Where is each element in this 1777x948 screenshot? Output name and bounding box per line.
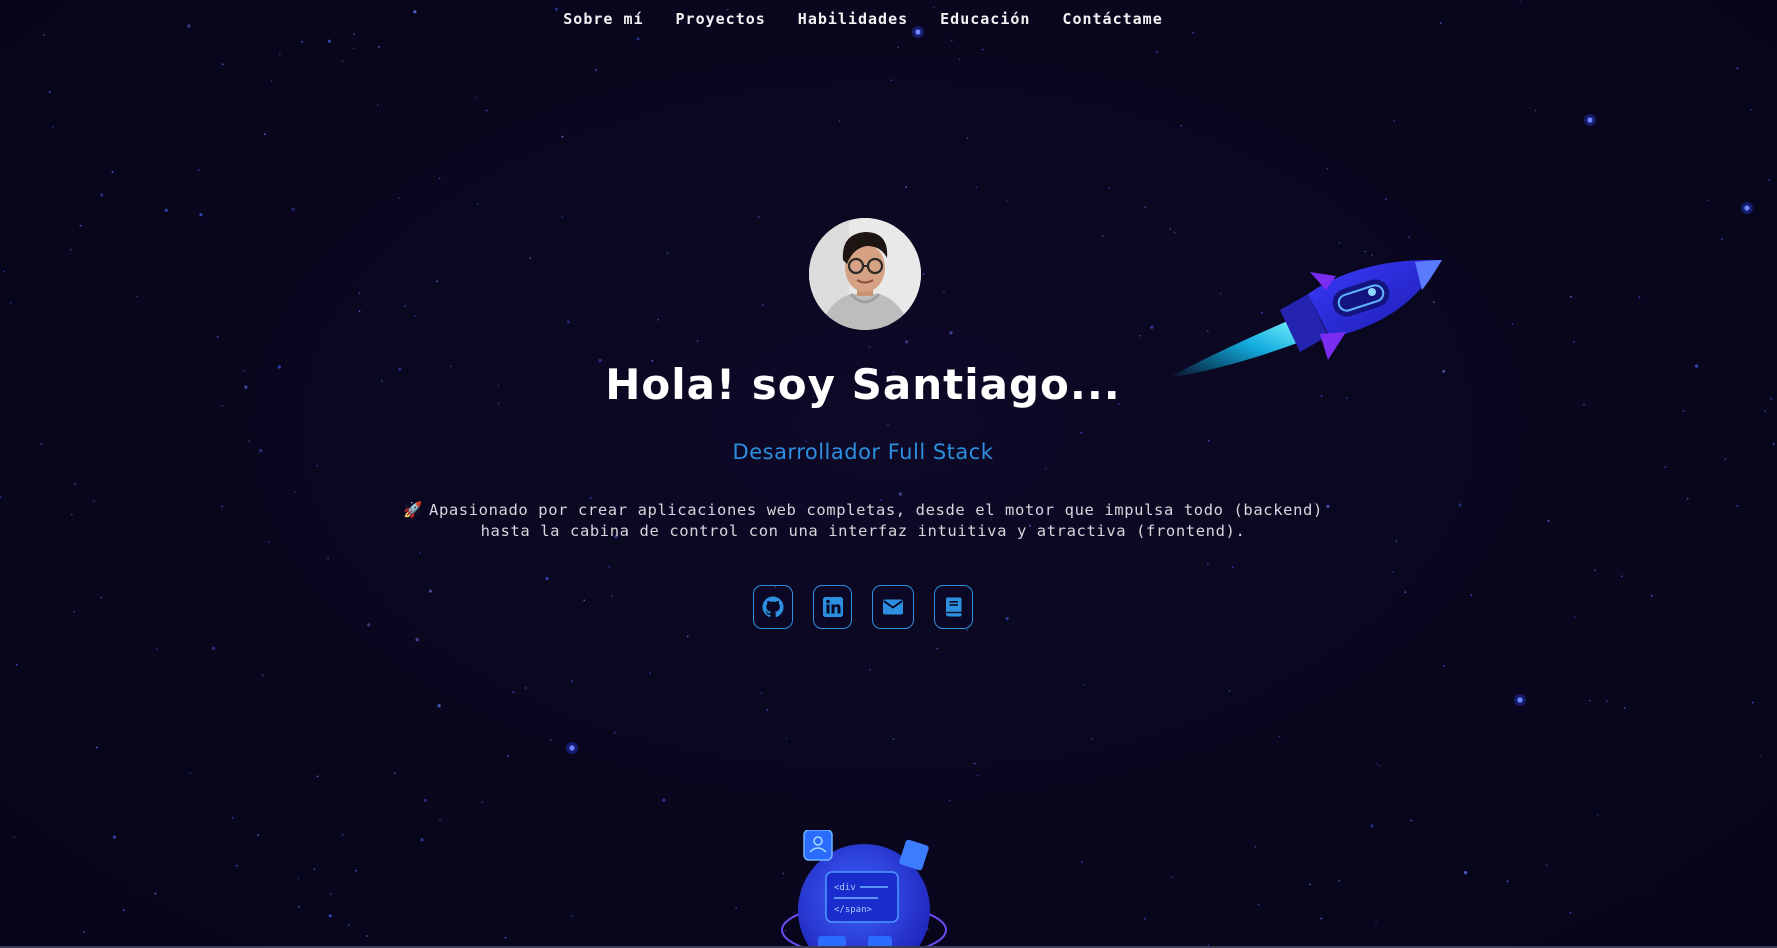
profile-photo [809, 218, 921, 330]
github-link[interactable] [753, 585, 793, 629]
book-icon [945, 597, 961, 617]
rocket-illustration [1168, 259, 1442, 378]
linkedin-link[interactable] [813, 585, 852, 629]
resume-link[interactable] [934, 585, 973, 629]
hero-description: 🚀 Apasionado por crear aplicaciones web c… [380, 500, 1346, 542]
hero-title: Hola! soy Santiago... [605, 360, 1121, 409]
nav-item-contactame[interactable]: Contáctame [1062, 6, 1162, 32]
starfield-background [0, 0, 1775, 946]
globe-code-line2: </span> [834, 905, 873, 915]
nav-item-habilidades[interactable]: Habilidades [798, 6, 908, 32]
linkedin-icon [822, 597, 843, 617]
nav-item-proyectos[interactable]: Proyectos [676, 6, 766, 32]
github-icon [762, 596, 784, 618]
social-links [0, 585, 1726, 629]
avatar [809, 218, 921, 330]
main-nav: Sobre mí Proyectos Habilidades Educación… [0, 6, 1726, 32]
email-icon [883, 599, 903, 615]
hero-subtitle: Desarrollador Full Stack [732, 440, 994, 464]
hero-description-text: Apasionado por crear aplicaciones web co… [429, 501, 1323, 540]
rocket-emoji-icon: 🚀 [403, 501, 424, 519]
globe-code-line1: <div [834, 883, 856, 893]
code-globe-illustration: <div </span> [781, 830, 947, 948]
nav-item-sobre-mi[interactable]: Sobre mí [563, 6, 643, 32]
portfolio-page: Sobre mí Proyectos Habilidades Educación… [0, 0, 1777, 948]
nav-item-educacion[interactable]: Educación [940, 6, 1030, 32]
email-link[interactable] [872, 585, 914, 629]
